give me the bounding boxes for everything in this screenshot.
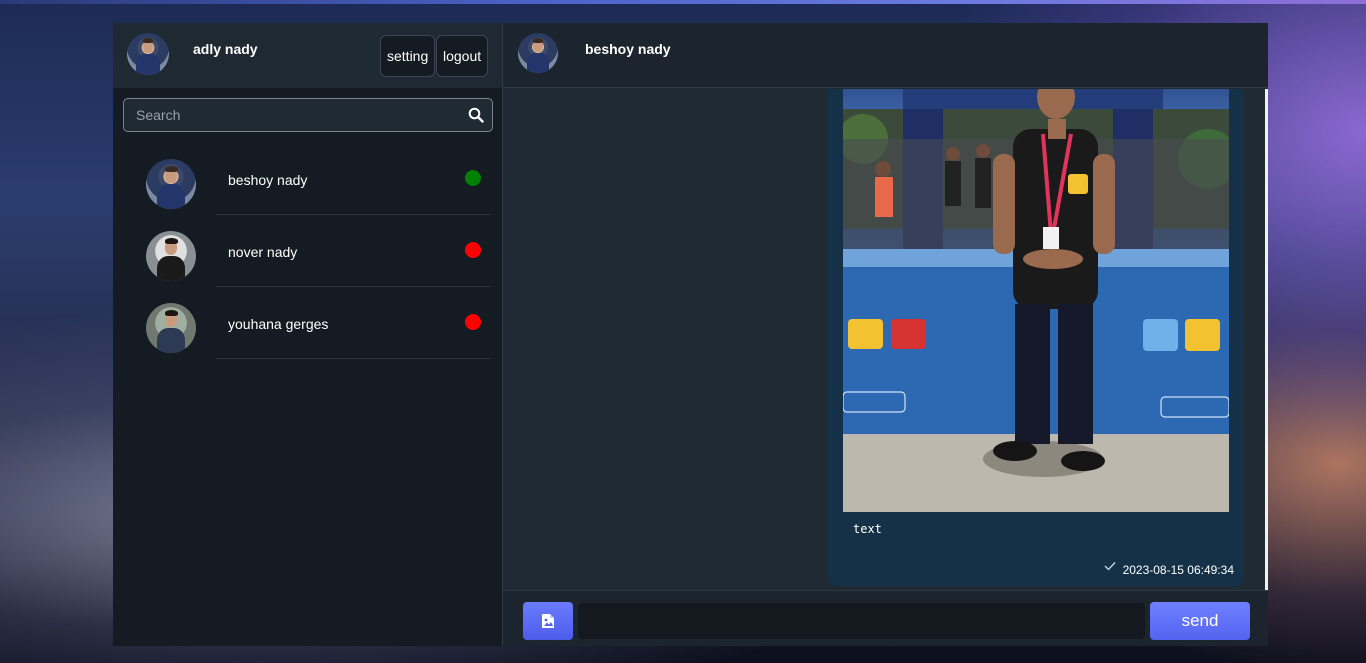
contact-item[interactable]: beshoy nady (113, 143, 503, 215)
peer-avatar (518, 33, 558, 73)
chat-panel: beshoy nady text 2023-08-15 06:49:34 sen… (503, 23, 1268, 646)
check-icon (1104, 562, 1116, 571)
online-status-dot (465, 170, 481, 186)
image-icon (542, 614, 554, 628)
message-list[interactable]: text 2023-08-15 06:49:34 (503, 89, 1268, 590)
contact-name: youhana gerges (228, 316, 329, 332)
sidebar-header: adly nady setting logout (113, 23, 502, 88)
message-composer: send (503, 590, 1268, 646)
message-bubble: text 2023-08-15 06:49:34 (828, 89, 1244, 586)
search-box (123, 98, 493, 132)
search-icon[interactable] (468, 107, 484, 123)
current-user-name: adly nady (193, 41, 258, 57)
setting-button[interactable]: setting (380, 35, 436, 77)
current-user-avatar (127, 33, 169, 75)
sidebar: adly nady setting logout beshoy nady (113, 23, 503, 646)
scrollbar[interactable] (1265, 89, 1268, 590)
contact-avatar (146, 303, 196, 353)
contact-name: beshoy nady (228, 172, 308, 188)
search-input[interactable] (124, 99, 492, 131)
contact-avatar (146, 231, 196, 281)
send-button[interactable]: send (1150, 602, 1250, 640)
contact-item[interactable]: youhana gerges (113, 287, 503, 359)
offline-status-dot (465, 242, 481, 258)
contact-avatar (146, 159, 196, 209)
message-text: text (853, 522, 882, 536)
chat-app: adly nady setting logout beshoy nady (113, 23, 1268, 646)
chat-header: beshoy nady (503, 23, 1268, 88)
browser-top-strip (0, 0, 1366, 4)
logout-button[interactable]: logout (436, 35, 489, 77)
peer-name: beshoy nady (585, 41, 671, 57)
message-image[interactable] (843, 89, 1229, 512)
message-timestamp: 2023-08-15 06:49:34 (1122, 563, 1234, 577)
contact-list: beshoy nady nover nady youhana gerges (113, 143, 503, 359)
offline-status-dot (465, 314, 481, 330)
message-input[interactable] (578, 603, 1145, 639)
contact-item[interactable]: nover nady (113, 215, 503, 287)
divider (216, 358, 491, 359)
contact-name: nover nady (228, 244, 298, 260)
attach-image-button[interactable] (523, 602, 573, 640)
